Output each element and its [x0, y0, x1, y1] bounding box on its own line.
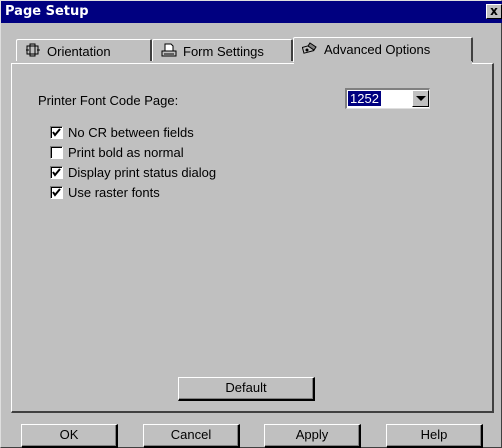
tab-advanced-options[interactable]: Advanced Options [293, 37, 473, 62]
close-icon: x [490, 4, 498, 18]
apply-label: Apply [295, 427, 329, 442]
cancel-label: Cancel [170, 427, 212, 442]
checkbox-box[interactable] [50, 126, 63, 139]
active-tab-join [294, 61, 472, 65]
tab-label: Orientation [47, 44, 111, 60]
checkbox-box[interactable] [50, 166, 63, 179]
codepage-label: Printer Font Code Page: [38, 93, 179, 108]
checkmark-icon [52, 168, 61, 177]
form-settings-icon [161, 43, 177, 60]
tab-form-settings[interactable]: Form Settings [152, 39, 293, 61]
checkbox-label: Use raster fonts [68, 185, 160, 200]
cancel-button[interactable]: Cancel [143, 424, 240, 448]
default-button[interactable]: Default [178, 377, 315, 401]
checkbox-label: No CR between fields [68, 125, 194, 140]
tab-orientation[interactable]: Orientation [16, 39, 152, 61]
checkmark-icon [52, 188, 61, 197]
close-button[interactable]: x [486, 4, 502, 19]
window-title: Page Setup [5, 4, 89, 19]
codepage-value: 1252 [348, 91, 381, 106]
advanced-options-panel: Printer Font Code Page: 1252 No CR betwe… [11, 63, 494, 413]
tab-label: Form Settings [183, 44, 264, 60]
orientation-icon [25, 43, 41, 60]
title-bar[interactable]: Page Setup x [1, 1, 502, 23]
ok-button[interactable]: OK [21, 424, 118, 448]
apply-button[interactable]: Apply [264, 424, 361, 448]
checkbox-box[interactable] [50, 186, 63, 199]
checkbox-label: Display print status dialog [68, 165, 217, 180]
default-button-label: Default [225, 380, 267, 395]
advanced-options-icon [301, 41, 318, 58]
tab-label: Advanced Options [324, 42, 431, 58]
checkmark-icon [52, 128, 61, 137]
page-setup-dialog: Page Setup x Orientation Form Settings A… [0, 0, 502, 448]
codepage-select[interactable]: 1252 [345, 88, 430, 109]
help-label: Help [420, 427, 448, 442]
chevron-down-icon[interactable] [412, 90, 429, 107]
checkbox-box[interactable] [50, 146, 63, 159]
ok-label: OK [59, 427, 79, 442]
checkbox-label: Print bold as normal [68, 145, 184, 160]
help-button[interactable]: Help [386, 424, 483, 448]
